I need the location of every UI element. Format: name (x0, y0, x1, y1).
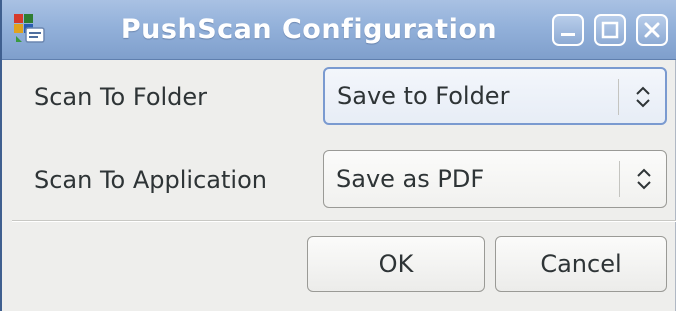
combo-separator (618, 79, 619, 115)
maximize-icon (601, 21, 619, 39)
maximize-button[interactable] (594, 14, 626, 46)
scan-to-application-value: Save as PDF (336, 165, 485, 193)
minimize-icon (561, 33, 575, 36)
scan-to-application-select[interactable]: Save as PDF (323, 150, 667, 208)
title-bar[interactable]: PushScan Configuration (2, 0, 676, 60)
scan-to-application-label: Scan To Application (34, 166, 267, 194)
cancel-button[interactable]: Cancel (495, 236, 667, 292)
button-row-divider (12, 220, 676, 222)
minimize-button[interactable] (552, 14, 584, 46)
pushscan-configuration-dialog: PushScan Configuration Scan To Folder Sa… (0, 0, 676, 311)
scan-to-folder-select[interactable]: Save to Folder (323, 67, 667, 125)
scan-to-folder-label: Scan To Folder (34, 83, 208, 111)
dialog-body: Scan To Folder Save to Folder Scan To Ap… (2, 60, 676, 311)
combo-separator (619, 161, 620, 197)
close-icon (644, 22, 660, 38)
updown-chevron-icon (636, 86, 650, 108)
close-button[interactable] (636, 14, 668, 46)
scan-to-folder-value: Save to Folder (337, 82, 510, 110)
updown-chevron-icon (637, 168, 651, 190)
ok-button[interactable]: OK (307, 236, 485, 292)
